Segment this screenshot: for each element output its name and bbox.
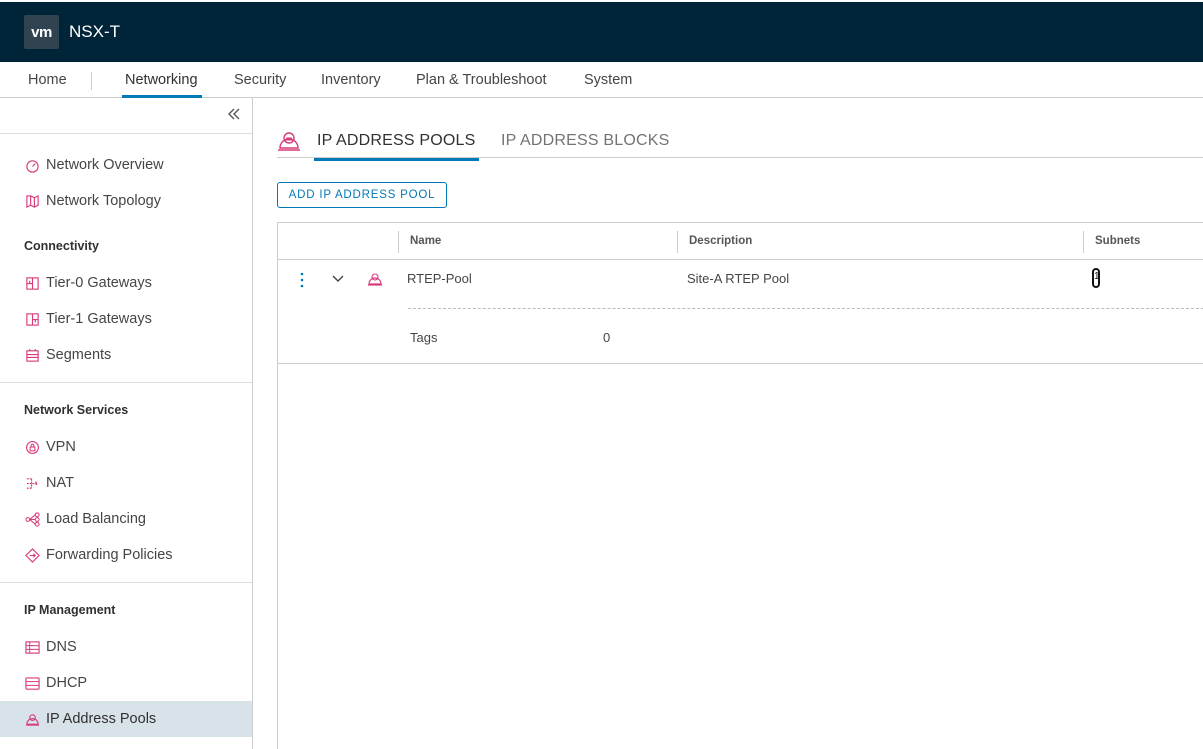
sidebar-item-network-topology[interactable]: Network Topology (0, 183, 252, 219)
dhcp-icon (24, 675, 40, 691)
gateway-icon (24, 311, 40, 327)
sidebar-section-header: Connectivity (24, 239, 100, 253)
nav-home[interactable]: Home (28, 62, 67, 98)
column-divider[interactable] (677, 231, 678, 253)
subnets-count-link[interactable]: 1 (1092, 268, 1100, 288)
ip-pool-icon (367, 271, 383, 287)
tags-count[interactable]: 0 (603, 330, 610, 345)
column-header-description[interactable]: Description (689, 235, 752, 247)
sidebar-item-label: Tier-0 Gateways (46, 275, 152, 291)
sidebar-section-header: IP Management (24, 603, 116, 617)
segment-icon (24, 347, 40, 363)
sidebar-item-label: IP Address Pools (46, 711, 157, 727)
pool-description: Site-A RTEP Pool (687, 271, 790, 286)
sidebar-item-segments[interactable]: Segments (0, 337, 252, 373)
sidebar-item-label: DHCP (46, 675, 88, 691)
row-detail-divider (408, 308, 1203, 309)
add-ip-address-pool-button[interactable]: ADD IP ADDRESS POOL (277, 182, 447, 208)
double-chevron-left-icon[interactable] (226, 106, 244, 124)
sidebar-section-header: Network Services (24, 403, 129, 417)
sidebar-item-label: DNS (46, 639, 77, 655)
dns-icon (24, 639, 40, 655)
column-header-name[interactable]: Name (410, 235, 441, 247)
vpn-icon (24, 439, 40, 455)
gauge-icon (24, 157, 40, 173)
sidebar-item-label: Network Overview (46, 157, 164, 173)
nav-networking[interactable]: Networking (122, 62, 202, 98)
sidebar-item-label: Segments (46, 347, 112, 363)
sidebar-divider (0, 133, 252, 134)
sidebar-item-label: VPN (46, 439, 76, 455)
nav-divider (91, 72, 92, 90)
tags-label: Tags (410, 330, 438, 345)
nav-system[interactable]: System (584, 62, 632, 98)
more-actions-icon[interactable] (299, 271, 305, 289)
sidebar-divider (0, 382, 252, 383)
column-divider[interactable] (1083, 231, 1084, 253)
sidebar-item-network-overview[interactable]: Network Overview (0, 147, 252, 183)
sidebar-item-label: Load Balancing (46, 511, 146, 527)
sidebar-item-load-balancing[interactable]: Load Balancing (0, 501, 252, 537)
gateway-icon (24, 275, 40, 291)
ip-pool-icon (24, 711, 40, 727)
sidebar-item-dhcp[interactable]: DHCP (0, 665, 252, 701)
column-divider[interactable] (398, 231, 399, 253)
pool-name: RTEP-Pool (407, 271, 472, 286)
sidebar-item-label: Forwarding Policies (46, 547, 173, 563)
column-header-subnets[interactable]: Subnets (1095, 235, 1140, 247)
sidebar-item-nat[interactable]: NAT (0, 465, 252, 501)
nat-icon (24, 475, 40, 491)
tab-ip-address-pools[interactable]: IP ADDRESS POOLS (314, 132, 479, 161)
main-nav: Home Networking Security Inventory Plan … (0, 62, 1203, 98)
ip-pool-icon (277, 129, 301, 153)
sidebar-item-label: NAT (46, 475, 74, 491)
tab-bar: IP ADDRESS POOLS IP ADDRESS BLOCKS (277, 126, 1203, 161)
table-header: Name Description Subnets (278, 223, 1203, 260)
nav-inventory[interactable]: Inventory (321, 62, 381, 98)
vmware-logo[interactable]: vm (24, 15, 59, 49)
nav-plan-troubleshoot[interactable]: Plan & Troubleshoot (416, 62, 547, 98)
tab-ip-address-blocks[interactable]: IP ADDRESS BLOCKS (501, 132, 670, 150)
sidebar-divider (0, 582, 252, 583)
sidebar-item-ip-address-pools[interactable]: IP Address Pools (0, 701, 252, 737)
sidebar-item-forwarding-policies[interactable]: Forwarding Policies (0, 537, 252, 573)
sidebar-item-tier0-gateways[interactable]: Tier-0 Gateways (0, 265, 252, 301)
ip-pools-table: Name Description Subnets RTEP-Pool Site-… (277, 222, 1203, 749)
chevron-down-icon[interactable] (331, 272, 345, 286)
sidebar-item-label: Tier-1 Gateways (46, 311, 152, 327)
sidebar-item-dns[interactable]: DNS (0, 629, 252, 665)
sidebar-item-tier1-gateways[interactable]: Tier-1 Gateways (0, 301, 252, 337)
sidebar: Network Overview Network Topology Connec… (0, 98, 253, 749)
nav-security[interactable]: Security (234, 62, 286, 98)
sidebar-item-vpn[interactable]: VPN (0, 429, 252, 465)
forwarding-icon (24, 547, 40, 563)
load-balancer-icon (24, 511, 40, 527)
sidebar-item-label: Network Topology (46, 193, 161, 209)
table-row[interactable]: RTEP-Pool Site-A RTEP Pool 1 Tags 0 (278, 261, 1203, 364)
app-title[interactable]: NSX-T (69, 22, 120, 42)
topology-icon (24, 193, 40, 209)
app-header: vm NSX-T (0, 2, 1203, 62)
